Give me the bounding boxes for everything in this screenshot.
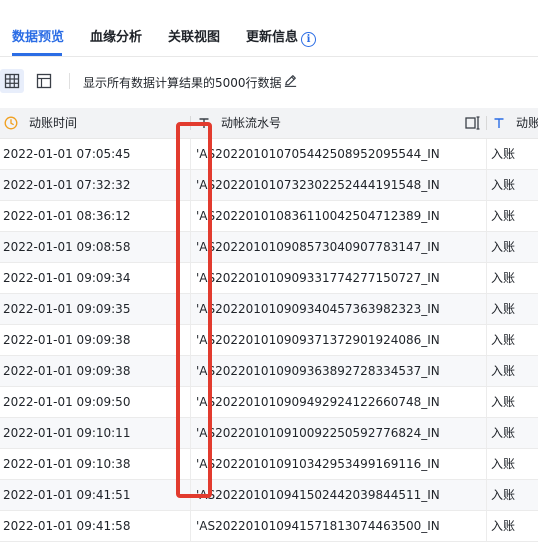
cell-serial-no: 'AS202201010909331774277150727_IN xyxy=(196,271,440,285)
cell-direction: 入账 xyxy=(491,457,516,471)
table-body: 2022-01-01 07:05:45 'AS202201010705442508… xyxy=(0,139,538,542)
table-row[interactable]: 2022-01-01 09:09:34 'AS202201010909331774… xyxy=(0,263,538,294)
cell-time: 2022-01-01 09:10:11 xyxy=(3,426,131,440)
active-tab-indicator xyxy=(12,53,62,56)
cell-serial-no: 'AS202201010705442508952095544_IN xyxy=(196,147,440,161)
tab-data-preview[interactable]: 数据预览 xyxy=(12,26,64,45)
table-row[interactable]: 2022-01-01 09:41:51 'AS202201010941502442… xyxy=(0,480,538,511)
table-row[interactable]: 2022-01-01 09:10:38 'AS202201010910342953… xyxy=(0,449,538,480)
column-header-direction[interactable]: 动账 xyxy=(516,108,538,138)
cell-serial-no: 'AS202201010909492924122660748_IN xyxy=(196,395,440,409)
layout-icon xyxy=(36,73,52,89)
cell-direction: 入账 xyxy=(491,426,516,440)
tab-bar: 数据预览 血缘分析 关联视图 更新信息 i xyxy=(0,0,538,57)
cell-time: 2022-01-01 09:41:51 xyxy=(3,488,131,502)
cell-time: 2022-01-01 09:09:34 xyxy=(3,271,131,285)
cell-serial-no: 'AS202201010909371372901924086_IN xyxy=(196,333,440,347)
column-header-time[interactable]: 动账时间 xyxy=(29,108,77,138)
cell-serial-no: 'AS202201010910342953499169116_IN xyxy=(196,457,440,471)
data-table: 动账时间 动帐流水号 动账 2022-01-01 07:05:45 'AS2022… xyxy=(0,108,538,542)
table-header: 动账时间 动帐流水号 动账 xyxy=(0,108,538,139)
cell-time: 2022-01-01 08:36:12 xyxy=(3,209,131,223)
column-divider xyxy=(190,116,191,130)
table-row[interactable]: 2022-01-01 09:09:38 'AS202201010909371372… xyxy=(0,325,538,356)
cell-direction: 入账 xyxy=(491,488,516,502)
cell-direction: 入账 xyxy=(491,364,516,378)
cell-direction: 入账 xyxy=(491,302,516,316)
cell-serial-no: 'AS202201010909363892728334537_IN xyxy=(196,364,440,378)
tab-update-info[interactable]: 更新信息 i xyxy=(246,26,317,47)
grid-icon xyxy=(4,73,20,89)
table-row[interactable]: 2022-01-01 07:05:45 'AS202201010705442508… xyxy=(0,139,538,170)
cell-time: 2022-01-01 07:05:45 xyxy=(3,147,131,161)
cell-time: 2022-01-01 09:41:58 xyxy=(3,519,131,533)
cell-serial-no: 'AS202201010908573040907783147_IN xyxy=(196,240,440,254)
cell-time: 2022-01-01 09:10:38 xyxy=(3,457,131,471)
cell-time: 2022-01-01 09:09:35 xyxy=(3,302,131,316)
cell-serial-no: 'AS202201010909340457363982323_IN xyxy=(196,302,440,316)
cell-time: 2022-01-01 07:32:32 xyxy=(3,178,131,192)
text-type-icon xyxy=(494,118,504,128)
cell-time: 2022-01-01 09:09:38 xyxy=(3,364,131,378)
clock-icon xyxy=(4,116,18,130)
cell-time: 2022-01-01 09:08:58 xyxy=(3,240,131,254)
table-row[interactable]: 2022-01-01 08:36:12 'AS202201010836110042… xyxy=(0,201,538,232)
cell-serial-no: 'AS202201010941571813074463500_IN xyxy=(196,519,440,533)
table-row[interactable]: 2022-01-01 09:09:38 'AS202201010909363892… xyxy=(0,356,538,387)
cell-direction: 入账 xyxy=(491,178,516,192)
table-row[interactable]: 2022-01-01 09:41:58 'AS202201010941571813… xyxy=(0,511,538,542)
table-row[interactable]: 2022-01-01 07:32:32 'AS202201010732302252… xyxy=(0,170,538,201)
table-row[interactable]: 2022-01-01 09:09:50 'AS202201010909492924… xyxy=(0,387,538,418)
cell-time: 2022-01-01 09:09:38 xyxy=(3,333,131,347)
toolbar: 显示所有数据计算结果的5000行数据 xyxy=(0,57,538,107)
cell-serial-no: 'AS202201010910092250592776824_IN xyxy=(196,426,440,440)
cell-serial-no: 'AS202201010732302252444191548_IN xyxy=(196,178,440,192)
column-header-serial-no[interactable]: 动帐流水号 xyxy=(221,108,281,138)
column-settings-icon[interactable] xyxy=(465,116,481,130)
column-divider xyxy=(486,116,487,130)
info-icon[interactable]: i xyxy=(301,32,317,47)
tab-update-info-label: 更新信息 xyxy=(246,30,299,45)
pencil-icon[interactable] xyxy=(283,73,298,88)
cell-direction: 入账 xyxy=(491,209,516,223)
row-count-summary: 显示所有数据计算结果的5000行数据 xyxy=(83,76,282,90)
layout-view-button[interactable] xyxy=(32,69,56,93)
cell-direction: 入账 xyxy=(491,333,516,347)
cell-serial-no: 'AS202201010836110042504712389_IN xyxy=(196,209,440,223)
cell-direction: 入账 xyxy=(491,519,516,533)
cell-serial-no: 'AS202201010941502442039844511_IN xyxy=(196,488,440,502)
cell-direction: 入账 xyxy=(491,240,516,254)
toolbar-divider xyxy=(69,73,70,89)
table-row[interactable]: 2022-01-01 09:08:58 'AS202201010908573040… xyxy=(0,232,538,263)
tab-relation-view[interactable]: 关联视图 xyxy=(168,26,220,45)
text-type-icon xyxy=(199,118,209,128)
grid-view-button[interactable] xyxy=(0,69,24,93)
cell-direction: 入账 xyxy=(491,395,516,409)
cell-direction: 入账 xyxy=(491,271,516,285)
cell-direction: 入账 xyxy=(491,147,516,161)
cell-time: 2022-01-01 09:09:50 xyxy=(3,395,131,409)
table-row[interactable]: 2022-01-01 09:10:11 'AS202201010910092250… xyxy=(0,418,538,449)
table-row[interactable]: 2022-01-01 09:09:35 'AS202201010909340457… xyxy=(0,294,538,325)
tab-lineage-analysis[interactable]: 血缘分析 xyxy=(90,26,142,45)
